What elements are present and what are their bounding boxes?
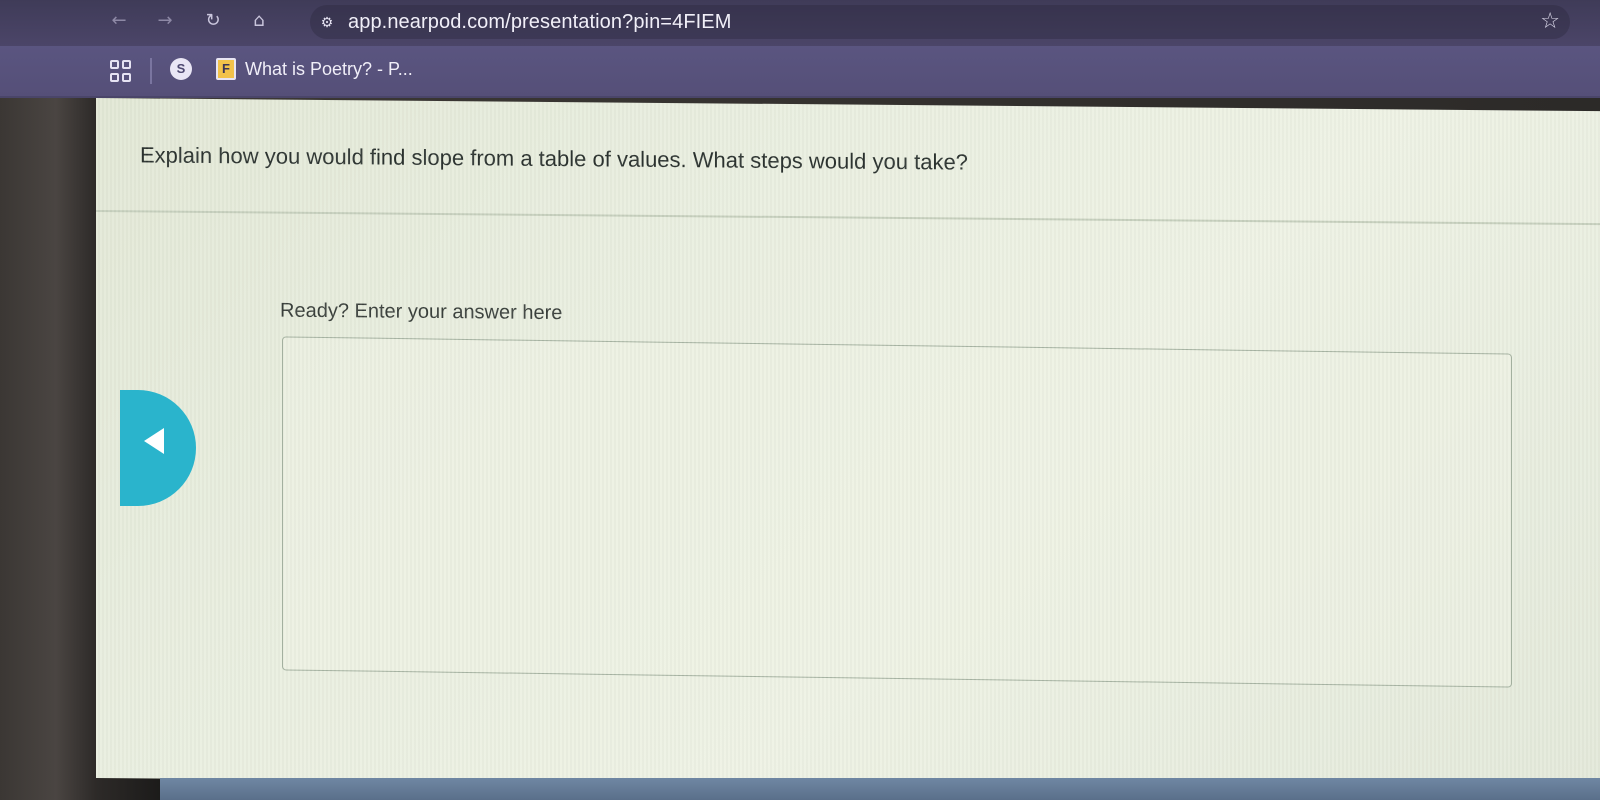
address-bar[interactable]: ⚙ app.nearpod.com/presentation?pin=4FIEM…	[310, 5, 1570, 39]
bookmark-circle-icon[interactable]: S	[170, 58, 192, 80]
home-button[interactable]: ⌂	[246, 8, 272, 34]
bookmark-favicon-icon[interactable]: F	[216, 58, 236, 80]
bookmarks-separator	[150, 58, 152, 84]
bottom-bar	[160, 778, 1600, 800]
back-button[interactable]: ←	[106, 8, 132, 34]
star-icon[interactable]: ☆	[1540, 9, 1560, 34]
question-text: Explain how you would find slope from a …	[140, 142, 968, 175]
triangle-left-icon	[144, 428, 164, 454]
reload-button[interactable]: ↻	[200, 8, 226, 34]
browser-toolbar: ← → ↻ ⌂ ⚙ app.nearpod.com/presentation?p…	[0, 0, 1600, 46]
nearpod-slide: Explain how you would find slope from a …	[96, 98, 1600, 792]
screen: ← → ↻ ⌂ ⚙ app.nearpod.com/presentation?p…	[0, 0, 1600, 800]
bookmarks-bar: S F What is Poetry? - P...	[0, 46, 1600, 98]
url-text[interactable]: app.nearpod.com/presentation?pin=4FIEM	[348, 11, 732, 34]
question-divider	[96, 210, 1600, 226]
answer-textarea[interactable]	[282, 336, 1512, 688]
bookmark-what-is-poetry[interactable]: What is Poetry? - P...	[245, 59, 413, 80]
answer-prompt: Ready? Enter your answer here	[280, 299, 563, 325]
apps-grid-icon[interactable]	[110, 60, 132, 82]
tune-icon[interactable]: ⚙	[316, 11, 338, 33]
forward-button[interactable]: →	[152, 8, 178, 34]
